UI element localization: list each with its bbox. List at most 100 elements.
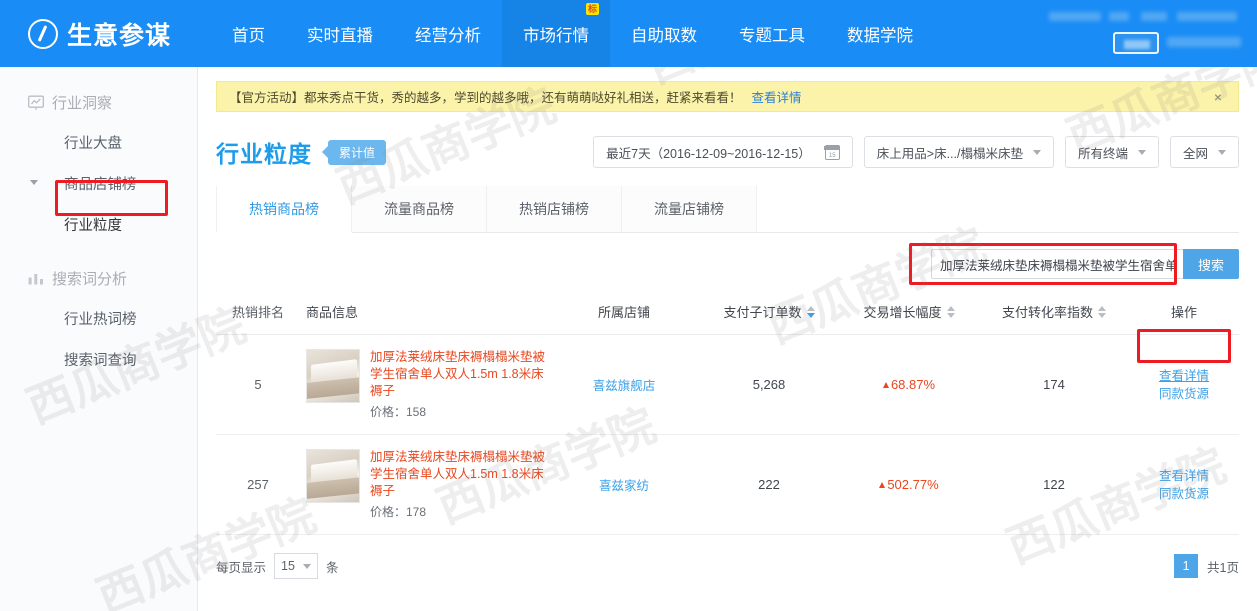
tab-traffic-products[interactable]: 流量商品榜 <box>352 186 487 232</box>
cell-shop: 喜兹旗舰店 <box>549 334 699 435</box>
nav-item-operation-analysis[interactable]: 经营分析 <box>394 0 502 67</box>
terminal-value: 所有终端 <box>1077 146 1128 161</box>
user-account-area[interactable] <box>1045 4 1245 64</box>
sort-toggle-icon[interactable] <box>946 305 955 318</box>
tab-label: 热销商品榜 <box>249 201 319 217</box>
nav-item-label: 专题工具 <box>739 26 806 45</box>
col-growth-rate[interactable]: 交易增长幅度 <box>839 293 979 335</box>
nav-item-data-academy[interactable]: 数据学院 <box>826 0 934 67</box>
pagination: 1 共1页 <box>1174 554 1239 578</box>
sidebar-item-industry-hot-words[interactable]: 行业热词榜 <box>0 298 197 339</box>
sidebar: 行业洞察 行业大盘 商品店铺榜 行业粒度 搜索词分析 行业热词榜 搜索词查询 <box>0 67 198 611</box>
nav-items: 首页 实时直播 经营分析 市场行情 标 自助取数 专题工具 数据学院 <box>211 0 934 67</box>
nav-item-label: 数据学院 <box>847 26 914 45</box>
col-conversion-index[interactable]: 支付转化率指数 <box>979 293 1129 335</box>
cell-growth-rate: 502.77% <box>839 434 979 535</box>
table-header-row: 热销排名 商品信息 所属店铺 支付子订单数 交易增长幅度 支付转化率指数 操作 <box>216 293 1239 335</box>
chevron-down-icon <box>1032 149 1041 155</box>
search-bar: 搜索 <box>216 243 1239 285</box>
col-operations: 操作 <box>1129 293 1239 335</box>
sidebar-item-industry-granularity[interactable]: 行业粒度 <box>0 204 197 245</box>
cell-conversion-index: 122 <box>979 434 1129 535</box>
tab-bar: 热销商品榜 流量商品榜 热销店铺榜 流量店铺榜 <box>216 186 1239 233</box>
col-paid-sub-orders[interactable]: 支付子订单数 <box>699 293 839 335</box>
calendar-icon <box>824 144 841 160</box>
promo-banner-link[interactable]: 查看详情 <box>752 87 802 106</box>
cell-rank: 257 <box>216 434 300 535</box>
channel-dropdown[interactable]: 全网 <box>1169 136 1239 168</box>
view-detail-link[interactable]: 查看详情 <box>1129 467 1239 485</box>
col-label: 商品信息 <box>306 305 359 320</box>
per-page-select[interactable]: 15 <box>274 553 319 579</box>
sidebar-item-label: 商品店铺榜 <box>64 177 137 193</box>
same-style-supply-link[interactable]: 同款货源 <box>1129 485 1239 503</box>
brand-logo-area[interactable]: 生意参谋 <box>28 16 171 52</box>
nav-item-live[interactable]: 实时直播 <box>286 0 394 67</box>
monitor-icon <box>28 95 44 110</box>
category-dropdown[interactable]: 床上用品>床.../榻榻米床垫 <box>863 136 1054 168</box>
product-title-link[interactable]: 加厚法莱绒床垫床褥榻榻米垫被学生宿舍单人双人1.5m 1.8米床褥子 <box>370 449 549 500</box>
search-button[interactable]: 搜索 <box>1182 249 1239 279</box>
nav-item-label: 自助取数 <box>631 26 698 45</box>
sidebar-group-label: 行业洞察 <box>52 95 113 112</box>
product-title-link[interactable]: 加厚法莱绒床垫床褥榻榻米垫被学生宿舍单人双人1.5m 1.8米床褥子 <box>370 349 549 400</box>
main-content: 【官方活动】都来秀点干货，秀的越多，学到的越多哦，还有萌萌哒好礼相送，赶紧来看看… <box>198 67 1257 611</box>
nav-item-home[interactable]: 首页 <box>211 0 286 67</box>
promo-banner-text: 【官方活动】都来秀点干货，秀的越多，学到的越多哦，还有萌萌哒好礼相送，赶紧来看看… <box>229 91 742 105</box>
promo-banner: 【官方活动】都来秀点干货，秀的越多，学到的越多哦，还有萌萌哒好礼相送，赶紧来看看… <box>216 81 1239 112</box>
product-thumbnail[interactable] <box>306 449 360 503</box>
search-input[interactable] <box>930 249 1183 279</box>
tab-label: 流量店铺榜 <box>654 201 724 217</box>
same-style-supply-link[interactable]: 同款货源 <box>1129 385 1239 403</box>
tab-label: 流量商品榜 <box>384 201 454 217</box>
col-label: 支付子订单数 <box>723 305 802 320</box>
channel-value: 全网 <box>1182 146 1208 161</box>
col-label: 所属店铺 <box>597 305 650 320</box>
table-row: 5 加厚法莱绒床垫床褥榻榻米垫被学生宿舍单人双人1.5m 1.8米床褥子 价格：… <box>216 329 1239 435</box>
table-header: 热销排名 商品信息 所属店铺 支付子订单数 交易增长幅度 支付转化率指数 操作 <box>216 293 1239 335</box>
col-shop: 所属店铺 <box>549 293 699 335</box>
shop-link[interactable]: 喜兹旗舰店 <box>593 379 656 393</box>
col-label: 热销排名 <box>231 305 284 320</box>
sidebar-item-label: 搜索词查询 <box>64 353 137 369</box>
annotation-box-view-detail <box>1137 329 1231 363</box>
shop-link[interactable]: 喜兹家纺 <box>599 479 649 493</box>
category-value: 床上用品>床.../榻榻米床垫 <box>876 146 1023 161</box>
total-pages-label: 共1页 <box>1207 560 1239 575</box>
cell-paid-sub-orders: 222 <box>699 434 839 535</box>
sort-toggle-icon[interactable] <box>1098 305 1106 318</box>
growth-value: 502.77% <box>887 477 939 492</box>
sidebar-item-label: 行业粒度 <box>64 218 122 234</box>
tab-hot-selling-products[interactable]: 热销商品榜 <box>216 186 352 233</box>
sort-toggle-icon[interactable] <box>806 305 815 318</box>
filter-controls: 最近7天（2016-12-09~2016-12-15） 床上用品>床.../榻榻… <box>593 136 1239 168</box>
nav-item-topic-tools[interactable]: 专题工具 <box>718 0 826 67</box>
nav-item-market-insight[interactable]: 市场行情 标 <box>502 0 611 67</box>
date-range-value: 最近7天（2016-12-09~2016-12-15） <box>606 146 811 161</box>
cumulative-value-tooltip: 累计值 <box>328 139 387 165</box>
cell-growth-rate: 68.87% <box>839 334 979 435</box>
tab-traffic-shops[interactable]: 流量店铺榜 <box>622 186 757 232</box>
sidebar-group-label: 搜索词分析 <box>52 271 128 288</box>
tab-hot-selling-shops[interactable]: 热销店铺榜 <box>487 186 622 232</box>
nav-item-label: 经营分析 <box>415 26 482 45</box>
nav-item-self-service-data[interactable]: 自助取数 <box>610 0 718 67</box>
compass-logo-icon <box>28 18 58 49</box>
close-icon[interactable]: × <box>1210 89 1226 105</box>
table-row: 257 加厚法莱绒床垫床褥榻榻米垫被学生宿舍单人双人1.5m 1.8米床褥子 价… <box>216 434 1239 535</box>
body-wrapper: 行业洞察 行业大盘 商品店铺榜 行业粒度 搜索词分析 行业热词榜 搜索词查询 【… <box>0 67 1257 611</box>
view-detail-link[interactable]: 查看详情 <box>1129 367 1239 385</box>
sidebar-item-industry-overview[interactable]: 行业大盘 <box>0 122 197 163</box>
date-range-picker[interactable]: 最近7天（2016-12-09~2016-12-15） <box>593 136 853 168</box>
product-price: 价格：178 <box>370 505 427 519</box>
cell-shop: 喜兹家纺 <box>549 434 699 535</box>
cell-product-info: 加厚法莱绒床垫床褥榻榻米垫被学生宿舍单人双人1.5m 1.8米床褥子 价格：17… <box>300 434 549 535</box>
sidebar-item-product-shop-rank[interactable]: 商品店铺榜 <box>0 163 197 204</box>
terminal-dropdown[interactable]: 所有终端 <box>1064 136 1159 168</box>
top-navigation-bar: 生意参谋 首页 实时直播 经营分析 市场行情 标 自助取数 专题工具 数据学院 <box>0 0 1257 67</box>
sidebar-item-label: 行业热词榜 <box>64 312 137 328</box>
page-number-button[interactable]: 1 <box>1174 554 1199 578</box>
col-label: 操作 <box>1170 305 1197 320</box>
product-thumbnail[interactable] <box>306 349 360 403</box>
sidebar-item-keyword-query[interactable]: 搜索词查询 <box>0 339 197 380</box>
